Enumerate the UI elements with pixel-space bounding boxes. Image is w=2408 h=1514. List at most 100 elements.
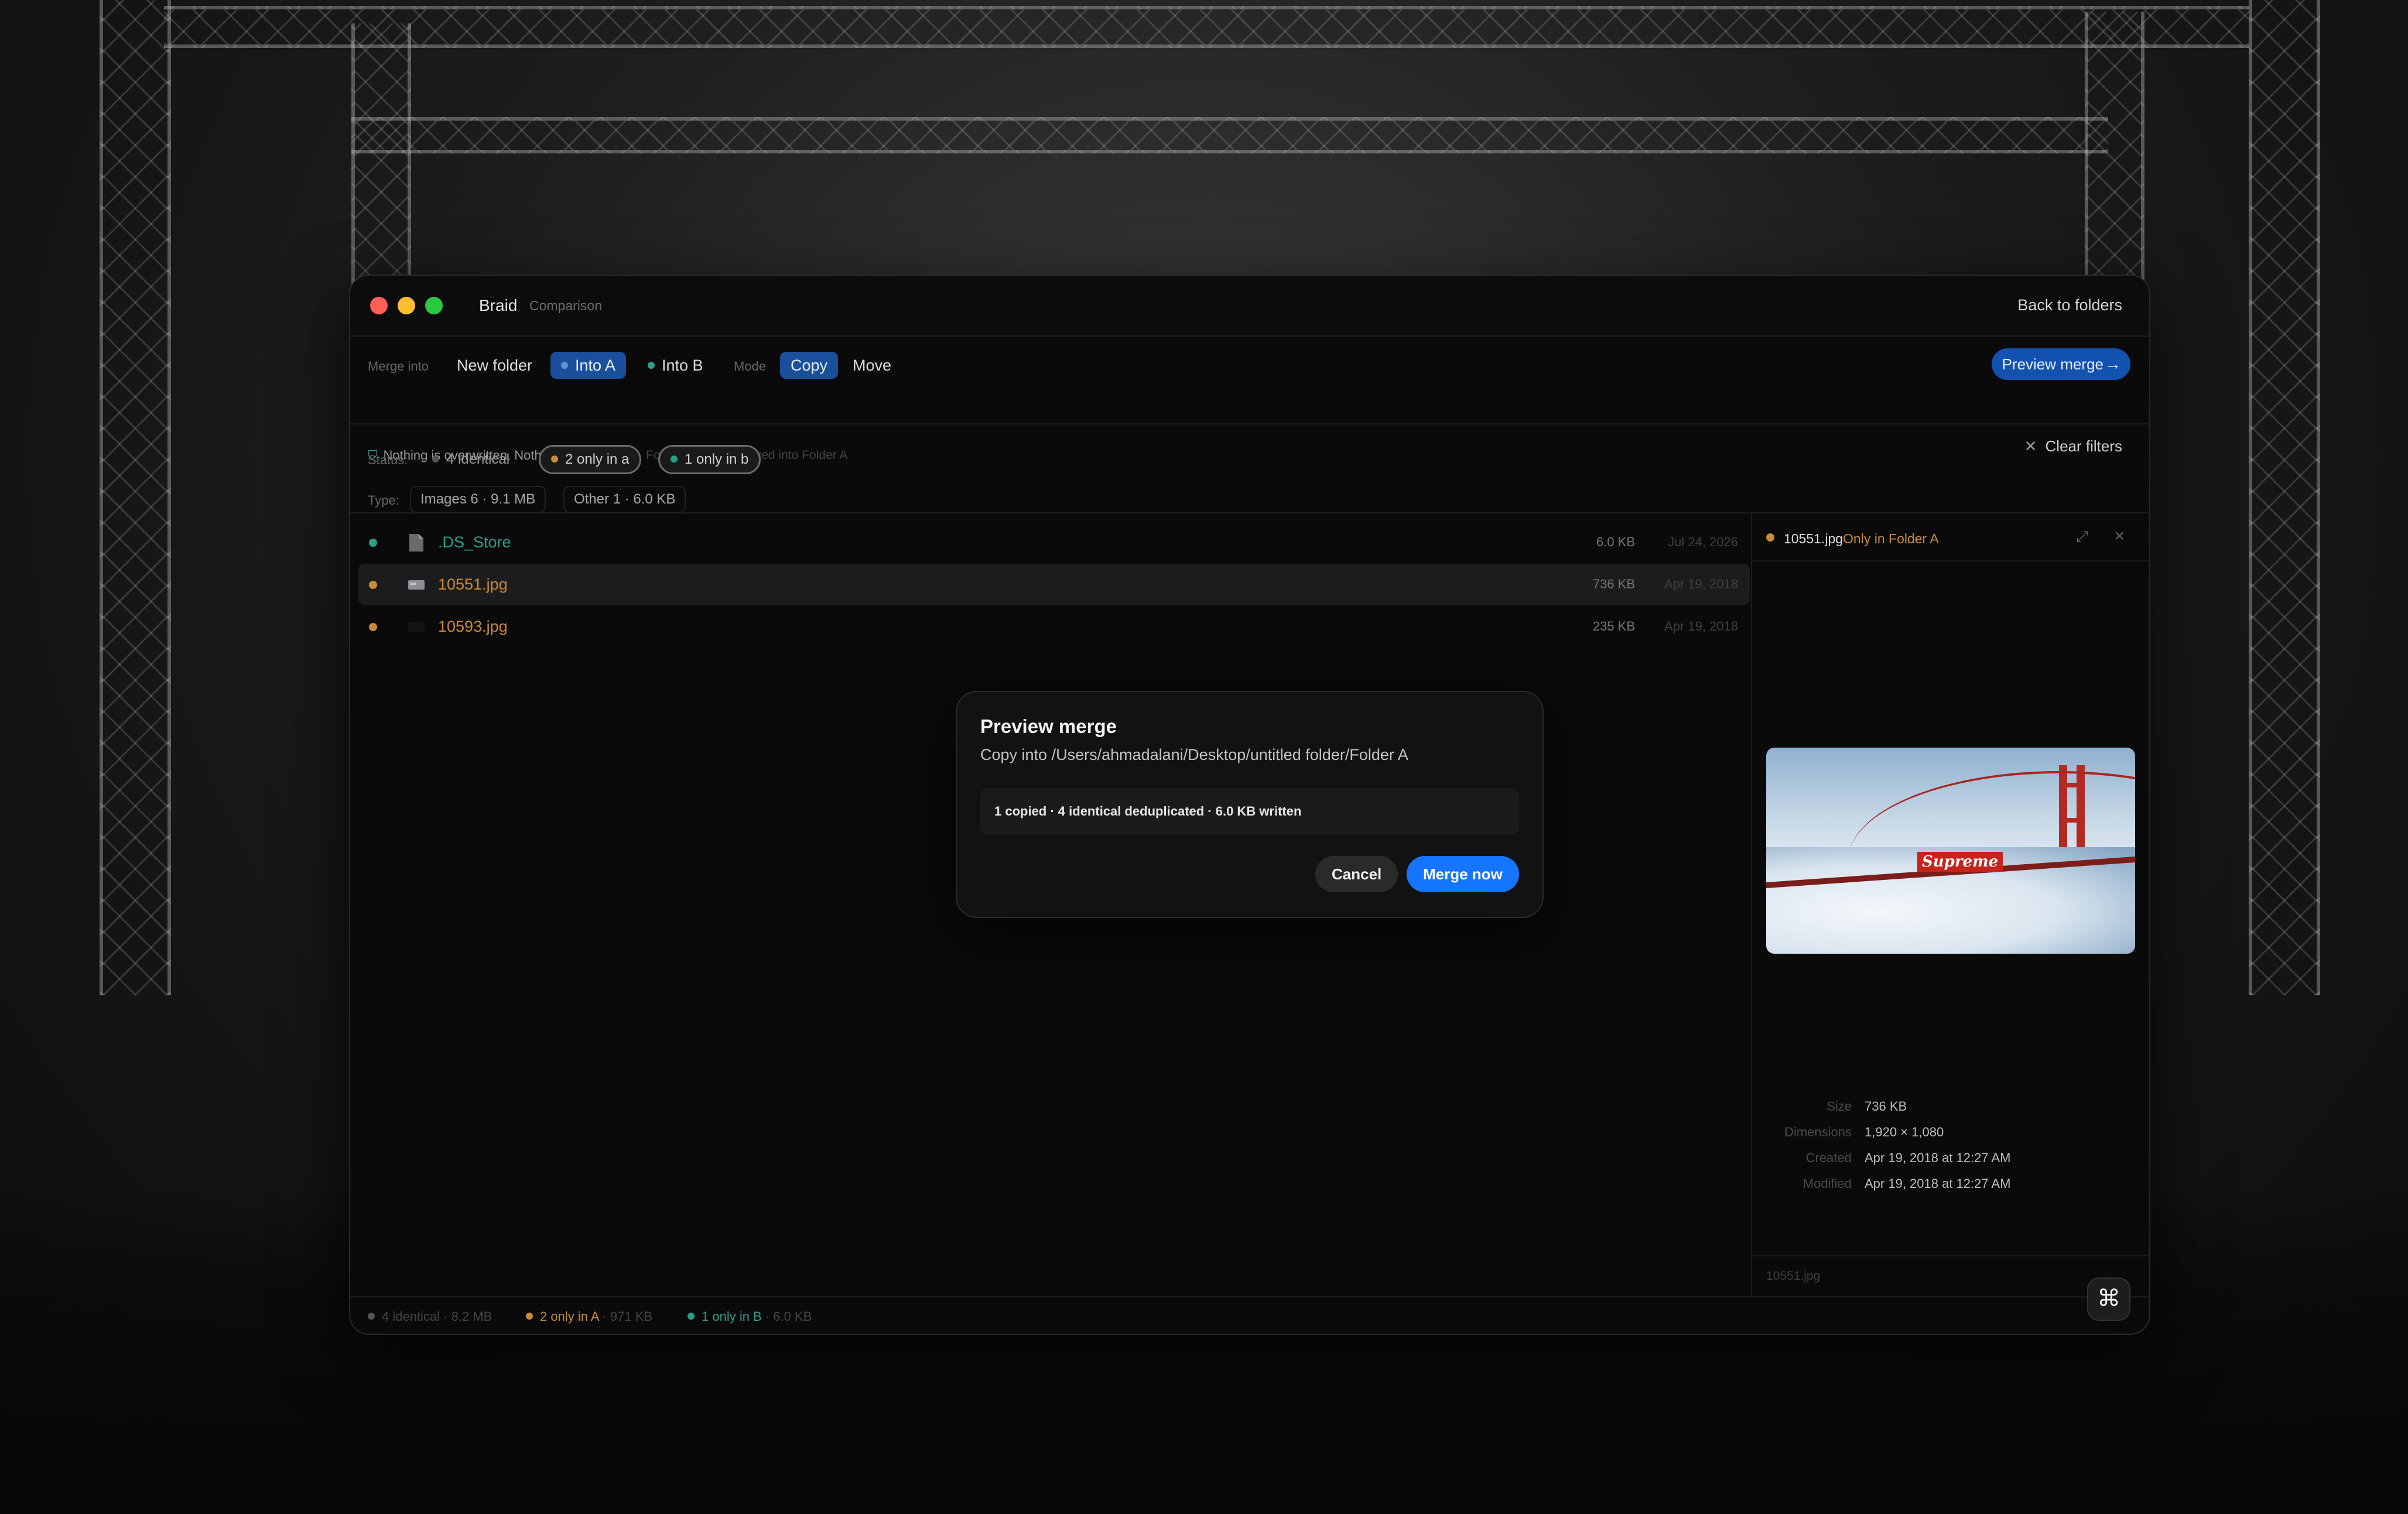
table-row[interactable]: 10593.jpg 235 KB Apr 19, 2018: [358, 606, 1750, 647]
filter-chip-only-in-a-label: 2 only in a: [565, 451, 630, 467]
only-in-b-dot-icon: [671, 455, 678, 463]
merge-summary: 1 copied · 4 identical deduplicated · 6.…: [980, 788, 1519, 835]
close-window-button[interactable]: [370, 297, 388, 314]
status-only-in-b: 1 only in B · 6.0 KB: [687, 1309, 812, 1324]
meta-key: Created: [1805, 1150, 1852, 1165]
status-only-in-b-label: 1 only in B: [702, 1309, 762, 1324]
detail-header: 10551.jpgOnly in Folder A ⤢ ×: [1752, 513, 2149, 561]
preview-merge-dialog: Preview merge Copy into /Users/ahmadalan…: [956, 691, 1544, 918]
only-in-a-dot-icon: [526, 1313, 533, 1320]
type-filter-label: Type:: [368, 493, 399, 508]
close-icon[interactable]: ×: [2114, 526, 2125, 546]
table-row[interactable]: 10551.jpg 736 KB Apr 19, 2018: [358, 564, 1750, 605]
merge-target-into-a[interactable]: Into A: [550, 352, 627, 379]
meta-dimensions: Dimensions 1,920 × 1,080: [1766, 1125, 1944, 1140]
filter-chip-only-in-b-label: 1 only in b: [685, 451, 749, 467]
title-bar: Braid Comparison Back to folders: [350, 276, 2149, 337]
file-size: 736 KB: [1592, 577, 1635, 591]
image-thumbnail-icon: [408, 580, 425, 590]
mode-copy-button[interactable]: Copy: [780, 352, 839, 379]
arrow-right-icon: →: [2105, 355, 2121, 373]
meta-created: Created Apr 19, 2018 at 12:27 AM: [1766, 1150, 2011, 1166]
filter-chip-identical[interactable]: 4 identical: [422, 447, 520, 472]
status-dot-icon: [369, 539, 377, 547]
file-size: 235 KB: [1592, 619, 1635, 633]
file-size: 6.0 KB: [1596, 535, 1635, 549]
identical-dot-icon: [368, 1313, 375, 1320]
file-date: Apr 19, 2018: [1664, 619, 1738, 633]
status-only-in-b-size: · 6.0 KB: [765, 1309, 812, 1324]
meta-key: Dimensions: [1784, 1125, 1852, 1139]
identical-dot-icon: [432, 455, 439, 463]
image-thumbnail-icon: [408, 622, 425, 632]
status-dot-icon: [369, 581, 377, 589]
only-in-a-dot-icon: [551, 455, 558, 463]
meta-modified: Modified Apr 19, 2018 at 12:27 AM: [1766, 1176, 2011, 1191]
merge-target-into-b[interactable]: Into B: [637, 352, 714, 379]
status-identical-size: · 8.2 MB: [443, 1309, 492, 1324]
detail-file-status: Only in Folder A: [1843, 531, 1939, 546]
document-icon: [409, 534, 423, 552]
meta-value: Apr 19, 2018 at 12:27 AM: [1865, 1150, 2011, 1165]
back-to-folders-link[interactable]: Back to folders: [2017, 296, 2122, 314]
type-chip-other[interactable]: Other 1 · 6.0 KB: [563, 486, 686, 513]
filter-chip-only-in-a[interactable]: 2 only in a: [539, 445, 642, 474]
status-only-in-a: 2 only in A · 971 KB: [526, 1309, 652, 1324]
meta-key: Modified: [1802, 1176, 1852, 1191]
meta-value: Apr 19, 2018 at 12:27 AM: [1865, 1176, 2011, 1191]
merge-summary-text: 1 copied · 4 identical deduplicated · 6.…: [994, 804, 1302, 818]
file-name: .DS_Store: [438, 533, 511, 551]
status-identical-label: 4 identical: [382, 1309, 440, 1324]
status-bar: 4 identical · 8.2 MB 2 only in A · 971 K…: [350, 1296, 2149, 1334]
cancel-button[interactable]: Cancel: [1315, 856, 1398, 892]
dialog-title: Preview merge: [980, 715, 1117, 737]
table-row[interactable]: .DS_Store 6.0 KB Jul 24, 2026: [358, 522, 1750, 563]
mode-label: Mode: [734, 359, 767, 374]
minimize-window-button[interactable]: [398, 297, 415, 314]
mode-move-button[interactable]: Move: [842, 352, 902, 379]
merge-into-label: Merge into: [368, 359, 429, 374]
close-icon: ✕: [2024, 437, 2037, 455]
status-dot-icon: [1766, 533, 1774, 542]
filter-chip-only-in-b[interactable]: 1 only in b: [658, 445, 761, 474]
only-in-b-dot-icon: [687, 1313, 695, 1320]
merge-target-into-b-label: Into B: [662, 357, 703, 374]
clear-filters-button[interactable]: ✕ Clear filters: [2024, 437, 2122, 455]
view-name: Comparison: [529, 298, 602, 313]
status-dot-icon: [369, 623, 377, 631]
meta-value: 736 KB: [1865, 1099, 1907, 1114]
image-preview: Supreme: [1766, 748, 2135, 954]
detail-panel: 10551.jpgOnly in Folder A ⤢ × Supreme Si…: [1751, 513, 2149, 1296]
merge-target-into-a-label: Into A: [575, 357, 616, 374]
meta-size: Size 736 KB: [1766, 1099, 1907, 1114]
dialog-subtitle: Copy into /Users/ahmadalani/Desktop/unti…: [980, 746, 1408, 763]
preview-merge-button[interactable]: Preview merge →: [1991, 348, 2130, 380]
merge-toolbar: Merge into New folder Into A Into B Mode…: [350, 335, 2149, 463]
merge-target-new-folder[interactable]: New folder: [446, 352, 543, 379]
type-chip-images[interactable]: Images 6 · 9.1 MB: [410, 486, 546, 513]
filter-chip-identical-label: 4 identical: [446, 451, 510, 467]
folder-a-dot-icon: [561, 361, 568, 369]
expand-icon[interactable]: ⤢: [2076, 527, 2088, 546]
status-only-in-a-label: 2 only in A: [540, 1309, 599, 1324]
meta-value: 1,920 × 1,080: [1865, 1125, 1944, 1139]
status-identical: 4 identical · 8.2 MB: [368, 1309, 492, 1324]
file-date: Jul 24, 2026: [1668, 535, 1738, 549]
command-key-icon[interactable]: ⌘: [2087, 1277, 2130, 1321]
app-name: Braid: [479, 296, 518, 314]
status-filter-label: Status:: [368, 453, 408, 467]
merge-now-button[interactable]: Merge now: [1407, 856, 1519, 892]
filter-bar: Status: 4 identical 2 only in a 1 only i…: [350, 424, 2149, 513]
file-name: 10551.jpg: [438, 576, 508, 593]
detail-footer-name: 10551.jpg: [1766, 1269, 1821, 1283]
clear-filters-label: Clear filters: [2045, 437, 2122, 455]
detail-file-name: 10551.jpg: [1784, 531, 1843, 546]
file-name: 10593.jpg: [438, 618, 508, 635]
preview-merge-button-label: Preview merge: [2002, 355, 2103, 373]
file-date: Apr 19, 2018: [1664, 577, 1738, 591]
meta-key: Size: [1826, 1099, 1852, 1114]
detail-title: 10551.jpgOnly in Folder A: [1784, 531, 1939, 547]
zoom-window-button[interactable]: [425, 297, 443, 314]
status-only-in-a-size: · 971 KB: [602, 1309, 653, 1324]
supreme-logo: Supreme: [1917, 852, 2003, 872]
